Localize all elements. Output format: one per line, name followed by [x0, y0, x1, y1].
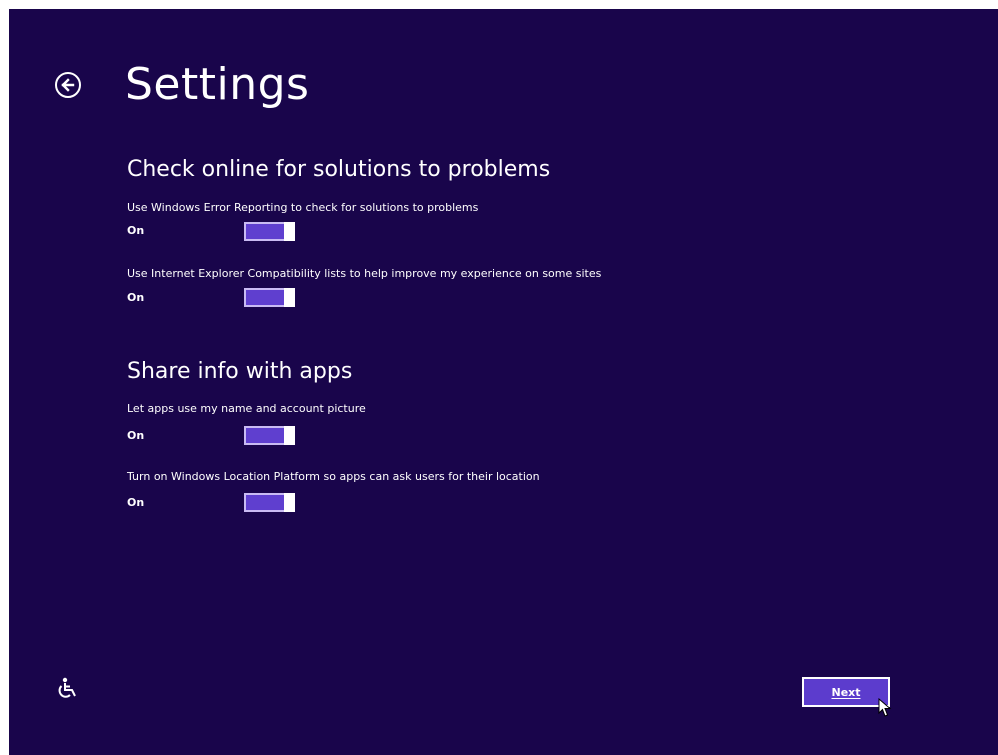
- toggle-location-platform[interactable]: [244, 493, 295, 512]
- state-label-error-reporting: On: [127, 224, 145, 237]
- state-label-location-platform: On: [127, 496, 145, 509]
- toggle-thumb: [284, 288, 295, 307]
- next-button[interactable]: Next: [802, 677, 890, 707]
- setting-label-error-reporting: Use Windows Error Reporting to check for…: [127, 201, 479, 214]
- page-title: Settings: [125, 59, 310, 110]
- ease-of-access-icon[interactable]: [57, 677, 79, 699]
- setting-label-location-platform: Turn on Windows Location Platform so app…: [127, 470, 540, 483]
- toggle-ie-compatibility[interactable]: [244, 288, 295, 307]
- setting-label-ie-compatibility: Use Internet Explorer Compatibility list…: [127, 267, 602, 280]
- back-button[interactable]: [55, 72, 81, 98]
- section-title-share-info: Share info with apps: [127, 359, 353, 384]
- back-arrow-icon: [61, 78, 75, 92]
- toggle-thumb: [284, 493, 295, 512]
- toggle-name-picture[interactable]: [244, 426, 295, 445]
- section-title-solutions: Check online for solutions to problems: [127, 157, 551, 182]
- state-label-name-picture: On: [127, 429, 145, 442]
- setting-label-name-picture: Let apps use my name and account picture: [127, 402, 366, 415]
- state-label-ie-compatibility: On: [127, 291, 145, 304]
- setup-screen: Settings Check online for solutions to p…: [9, 9, 998, 755]
- toggle-error-reporting[interactable]: [244, 222, 295, 241]
- toggle-thumb: [284, 222, 295, 241]
- toggle-thumb: [284, 426, 295, 445]
- mouse-pointer-icon: [878, 698, 892, 717]
